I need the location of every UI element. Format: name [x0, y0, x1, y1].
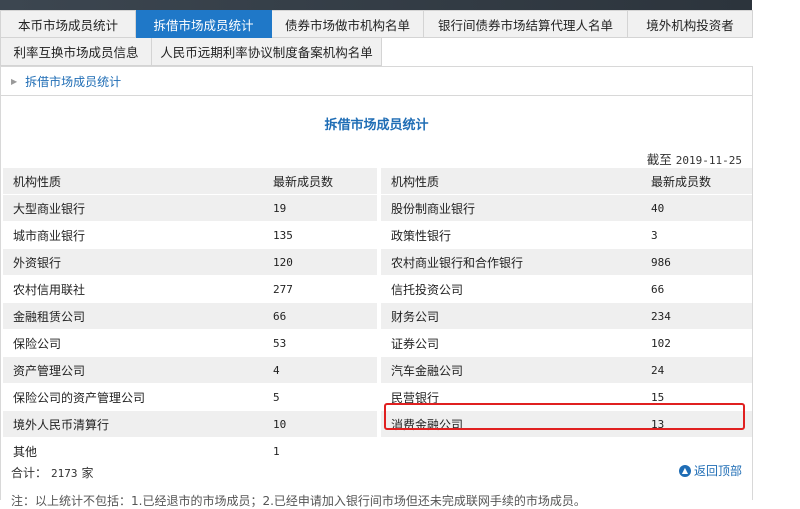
table-row: 保险公司的资产管理公司 5: [3, 383, 377, 411]
total-label: 合计：: [11, 466, 48, 480]
tab-fra-filing-list[interactable]: 人民币远期利率协议制度备案机构名单: [152, 38, 382, 66]
row-count: 66: [641, 275, 752, 303]
table-row: 大型商业银行 19: [3, 194, 377, 222]
table-row: 信托投资公司 66: [381, 275, 752, 303]
table-row: 农村信用联社 277: [3, 275, 377, 303]
row-type: 保险公司的资产管理公司: [3, 383, 263, 411]
table-row: 其他 1: [3, 437, 377, 465]
table-header: 机构性质 最新成员数: [381, 168, 752, 195]
highlight-box: [384, 403, 745, 430]
row-count: 5: [263, 383, 377, 411]
right-stats-table: 机构性质 最新成员数 股份制商业银行 40 政策性银行 3 农村商业银行和合作银行 9…: [381, 168, 752, 438]
row-count: 1: [263, 437, 377, 465]
row-count: 66: [263, 302, 377, 330]
as-of-date: 截至 2019-11-25: [647, 149, 742, 168]
row-count: 4: [263, 356, 377, 384]
table-row: 证券公司 102: [381, 329, 752, 357]
row-type: 财务公司: [381, 302, 641, 330]
table-row: 政策性银行 3: [381, 221, 752, 249]
row-type: 证券公司: [381, 329, 641, 357]
row-type: 股份制商业银行: [381, 194, 641, 222]
table-row: 金融租赁公司 66: [3, 302, 377, 330]
as-of-label: 截至: [646, 152, 672, 167]
tab-bond-market-makers[interactable]: 债券市场做市机构名单: [272, 10, 424, 38]
triangle-right-icon: ▶: [11, 76, 18, 86]
row-type: 其他: [3, 437, 263, 465]
top-banner: [0, 0, 800, 10]
arrow-up-icon: ▲: [678, 464, 691, 477]
row-type: 资产管理公司: [3, 356, 263, 384]
tab-row-2: 利率互换市场成员信息 人民币远期利率协议制度备案机构名单: [0, 38, 753, 66]
total-count: 合计： 2173 家: [11, 464, 94, 481]
row-type: 农村商业银行和合作银行: [381, 248, 641, 276]
stats-panel: 拆借市场成员统计 截至 2019-11-25 机构性质 最新成员数 大型商业银行 1…: [0, 96, 753, 508]
row-count: 24: [641, 356, 752, 384]
row-count: 986: [641, 248, 752, 276]
tab-local-currency-members[interactable]: 本币市场成员统计: [0, 10, 136, 38]
row-type: 信托投资公司: [381, 275, 641, 303]
tab-irs-members[interactable]: 利率互换市场成员信息: [0, 38, 152, 66]
tab-interbank-lending-members[interactable]: 拆借市场成员统计: [136, 10, 272, 38]
table-row: 汽车金融公司 24: [381, 356, 752, 384]
table-row: 股份制商业银行 40: [381, 194, 752, 222]
banner-image: [0, 0, 752, 10]
page-title: 拆借市场成员统计: [324, 118, 429, 133]
left-stats-table: 机构性质 最新成员数 大型商业银行 19 城市商业银行 135 外资银行 120 农村…: [3, 168, 377, 465]
row-type: 城市商业银行: [3, 221, 263, 249]
row-count: 19: [263, 194, 377, 222]
table-row: 外资银行 120: [3, 248, 377, 276]
row-count: 277: [263, 275, 377, 303]
row-type: 汽车金融公司: [381, 356, 641, 384]
table-row: 境外人民币清算行 10: [3, 410, 377, 438]
footnote: 注：以上统计不包括：1.已经退市的市场成员；2.已经申请加入银行间市场但还未完成…: [11, 494, 586, 508]
header-count: 最新成员数: [263, 168, 377, 195]
table-row: 财务公司 234: [381, 302, 752, 330]
table-row: 农村商业银行和合作银行 986: [381, 248, 752, 276]
back-to-top-label: 返回顶部: [693, 464, 742, 478]
row-type: 大型商业银行: [3, 194, 263, 222]
table-header: 机构性质 最新成员数: [3, 168, 377, 195]
row-type: 保险公司: [3, 329, 263, 357]
row-type: 政策性银行: [381, 221, 641, 249]
breadcrumb-current[interactable]: 拆借市场成员统计: [25, 73, 121, 90]
header-count: 最新成员数: [641, 168, 752, 195]
total-value: 2173: [51, 467, 78, 480]
tab-settlement-agents[interactable]: 银行间债券市场结算代理人名单: [424, 10, 628, 38]
header-type: 机构性质: [3, 168, 263, 195]
tab-foreign-investors[interactable]: 境外机构投资者: [628, 10, 753, 38]
breadcrumb: ▶ 拆借市场成员统计: [0, 66, 753, 96]
row-count: 120: [263, 248, 377, 276]
total-unit: 家: [81, 466, 94, 480]
table-row: 资产管理公司 4: [3, 356, 377, 384]
row-count: 135: [263, 221, 377, 249]
row-count: 102: [641, 329, 752, 357]
row-type: 金融租赁公司: [3, 302, 263, 330]
as-of-value: 2019-11-25: [675, 154, 742, 167]
row-type: 境外人民币清算行: [3, 410, 263, 438]
tab-row-1: 本币市场成员统计 拆借市场成员统计 债券市场做市机构名单 银行间债券市场结算代理…: [0, 10, 753, 38]
back-to-top-link[interactable]: ▲ 返回顶部: [678, 462, 742, 479]
row-count: 3: [641, 221, 752, 249]
row-count: 40: [641, 194, 752, 222]
row-count: 53: [263, 329, 377, 357]
row-count: 10: [263, 410, 377, 438]
table-row: 城市商业银行 135: [3, 221, 377, 249]
row-type: 外资银行: [3, 248, 263, 276]
table-row: 保险公司 53: [3, 329, 377, 357]
tab-bar: 本币市场成员统计 拆借市场成员统计 债券市场做市机构名单 银行间债券市场结算代理…: [0, 10, 753, 66]
row-count: 234: [641, 302, 752, 330]
row-type: 农村信用联社: [3, 275, 263, 303]
header-type: 机构性质: [381, 168, 641, 195]
